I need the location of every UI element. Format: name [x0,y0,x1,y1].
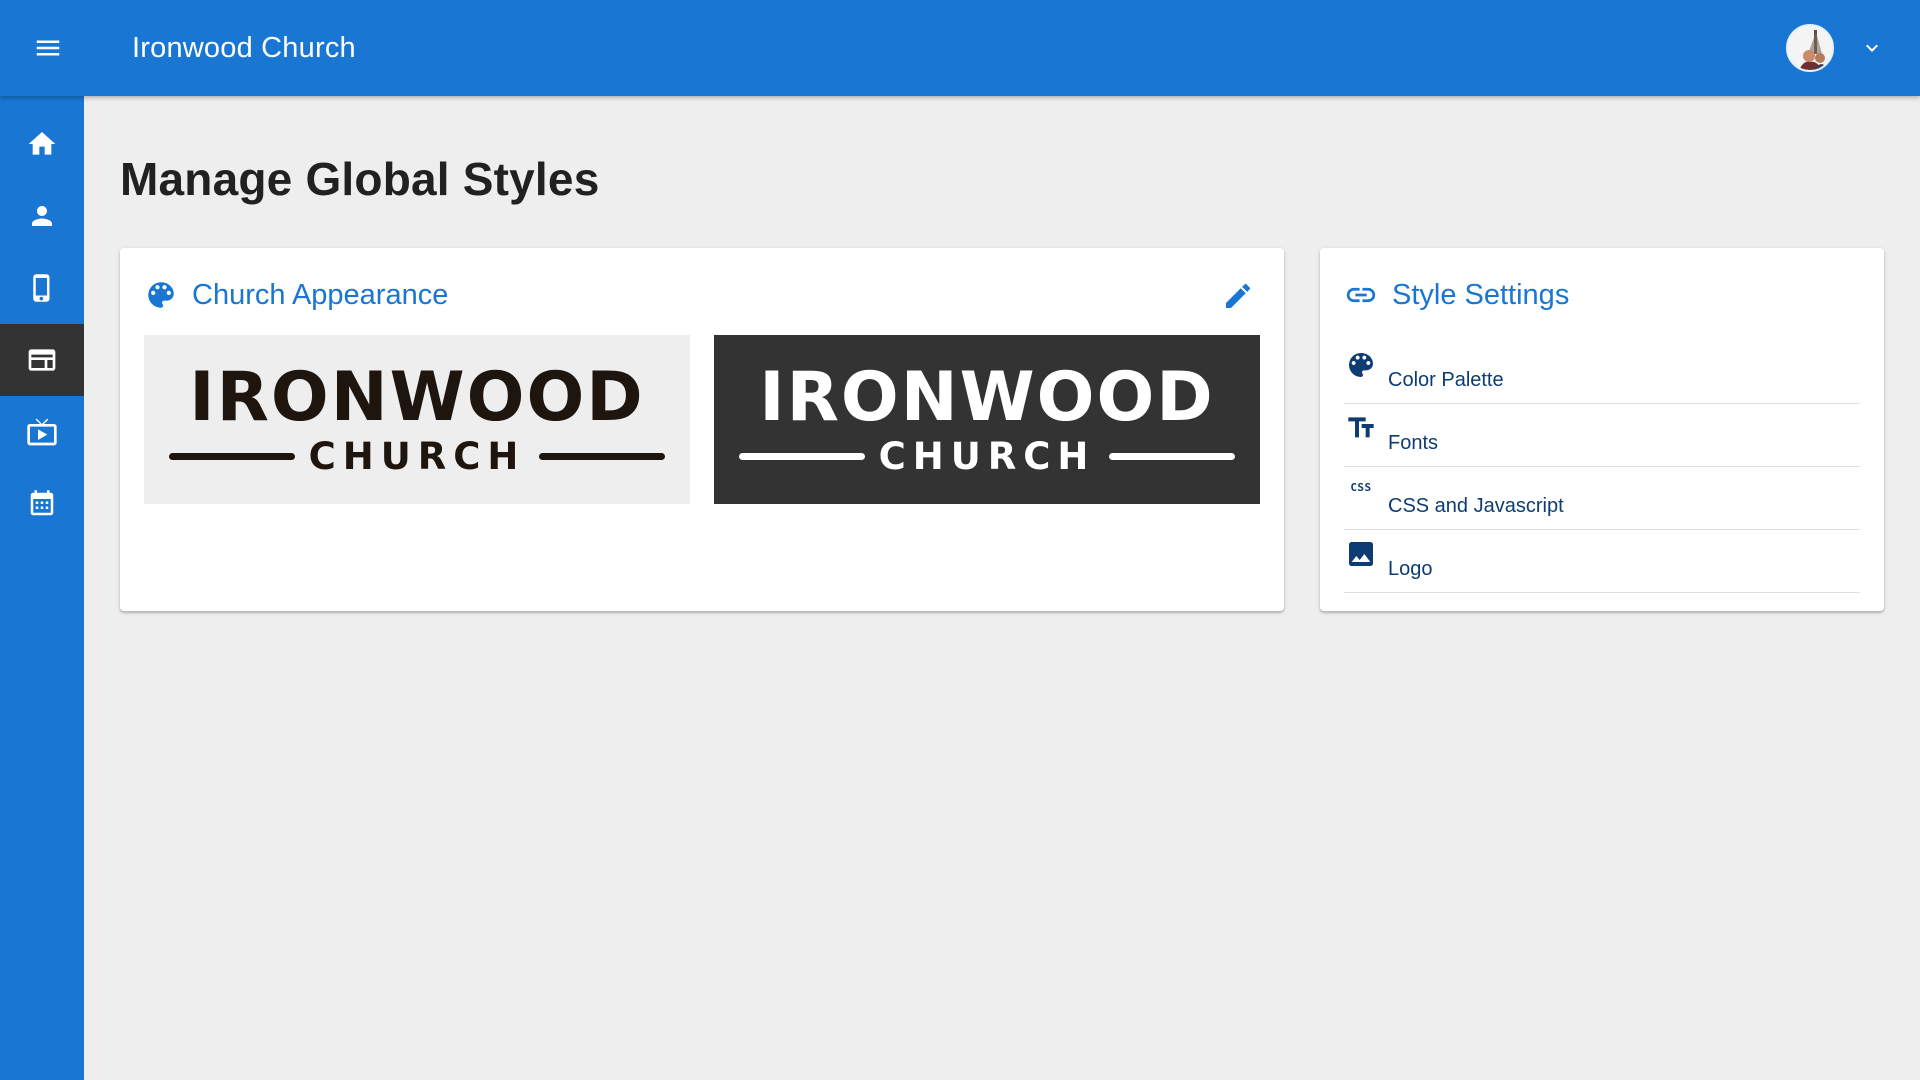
nav-item-mobile[interactable] [0,252,84,324]
text-fields-icon [1348,417,1374,438]
settings-item-logo[interactable]: Logo [1344,530,1860,593]
logo-light-preview: IRONWOOD CHURCH [144,335,690,504]
home-icon [28,132,56,155]
settings-item-label: Color Palette [1388,368,1504,391]
edit-appearance-button[interactable] [1220,278,1256,314]
user-avatar[interactable] [1786,24,1834,72]
logo-wordmark: IRONWOOD [189,358,645,437]
nav-item-website[interactable] [0,324,84,396]
web-layout-icon [28,349,56,371]
settings-item-color-palette[interactable]: Color Palette [1344,341,1860,404]
style-settings-card: Style Settings Color Palette Fonts CSS C… [1320,248,1884,611]
user-menu [1786,24,1884,72]
avatar-photo [1788,26,1832,70]
palette-icon [148,282,174,308]
logo-rule [539,453,666,460]
logo-subline: CHURCH [168,435,666,478]
calendar-icon [30,490,54,516]
nav-item-calendar[interactable] [0,468,84,540]
card-header: Style Settings [1344,278,1569,312]
palette-icon [1349,353,1373,377]
link-icon [1346,287,1376,303]
church-appearance-card: Church Appearance IRONWOOD CHURCH IRONWO… [120,248,1284,611]
card-title: Church Appearance [192,278,449,311]
app-bar: Ironwood Church [0,0,1920,96]
menu-button[interactable] [0,0,96,96]
nav-item-streaming[interactable] [0,396,84,468]
page-title: Manage Global Styles [120,153,600,205]
live-tv-icon [27,418,57,446]
settings-item-label: Fonts [1388,431,1439,454]
settings-item-fonts[interactable]: Fonts [1344,404,1860,467]
card-title: Style Settings [1392,278,1570,311]
settings-item-label: Logo [1388,557,1433,580]
menu-icon [36,40,60,56]
main-content: Manage Global Styles Church Appearance I… [84,96,1920,1080]
logo-rule [1109,453,1236,460]
logo-wordmark: IRONWOOD [759,358,1215,437]
image-icon [1349,542,1373,566]
side-nav [0,96,84,1080]
settings-item-label: CSS and Javascript [1388,494,1564,517]
edit-icon [1226,283,1251,308]
nav-item-people[interactable] [0,180,84,252]
person-icon [32,206,52,226]
chevron-down-icon [1866,44,1878,52]
mobile-icon [33,274,50,302]
logo-subtitle: CHURCH [878,435,1096,478]
logo-dark-preview: IRONWOOD CHURCH [714,335,1260,504]
card-header: Church Appearance [144,278,448,312]
logo-subline: CHURCH [738,435,1236,478]
user-menu-chevron[interactable] [1860,36,1884,60]
settings-item-css-javascript[interactable]: CSS CSS and Javascript [1344,467,1860,530]
style-settings-list: Color Palette Fonts CSS CSS and Javascri… [1344,341,1860,593]
app-title: Ironwood Church [132,31,356,64]
logo-rule [738,453,865,460]
nav-item-home[interactable] [0,108,84,180]
css-icon: CSS [1350,481,1372,494]
logo-subtitle: CHURCH [308,435,526,478]
logo-rule [168,453,295,460]
